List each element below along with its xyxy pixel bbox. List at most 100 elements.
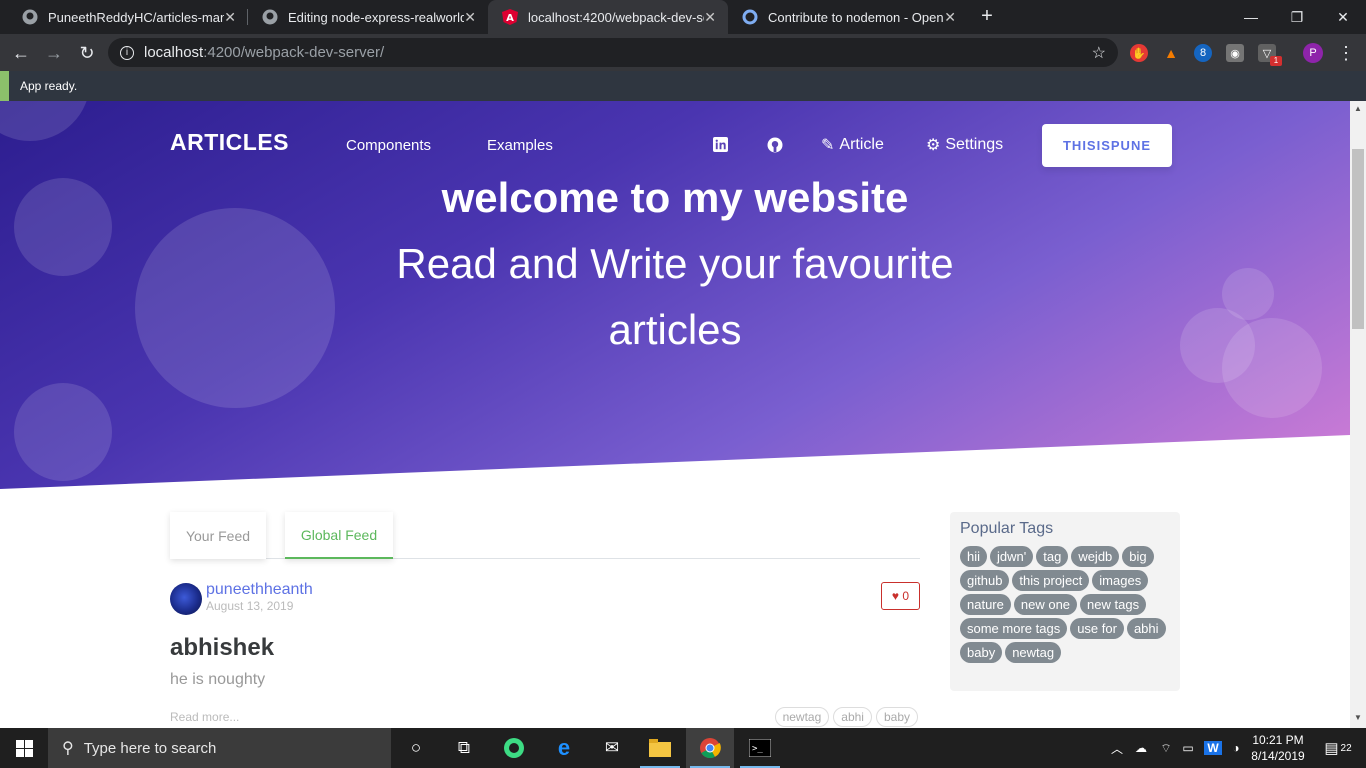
- windows-start-button[interactable]: [0, 728, 48, 768]
- close-tab-icon[interactable]: ✕: [464, 9, 476, 26]
- close-tab-icon[interactable]: ✕: [224, 9, 236, 26]
- bookmark-star-icon[interactable]: ☆: [1092, 43, 1106, 63]
- popular-tags-sidebar: Popular Tags hii jdwn' tag wejdb big git…: [950, 512, 1180, 691]
- edge-icon[interactable]: e: [540, 728, 588, 768]
- edit-icon: ✎: [821, 137, 835, 154]
- tag-pill[interactable]: jdwn': [990, 546, 1034, 567]
- github-icon[interactable]: [767, 137, 783, 153]
- chrome-icon[interactable]: [686, 728, 734, 768]
- wifi-icon[interactable]: ⌔: [1156, 728, 1176, 768]
- scroll-down-icon[interactable]: ▼: [1354, 713, 1362, 722]
- file-explorer-icon[interactable]: [636, 728, 684, 768]
- app-status-bar: App ready.: [0, 71, 1366, 101]
- tag-pill[interactable]: tag: [1036, 546, 1069, 567]
- tag-pill[interactable]: baby: [960, 642, 1003, 663]
- browser-tab[interactable]: Editing node-express-realworld-e ✕: [248, 0, 488, 34]
- favorite-count: 0: [902, 589, 910, 603]
- profile-avatar[interactable]: P: [1303, 43, 1323, 63]
- forward-arrow-icon[interactable]: →: [42, 41, 66, 65]
- windows-taskbar: ⚲ Type here to search ○ ⧉ e ✉ >_ ︿ ☁ ⌔ ▭…: [0, 728, 1366, 768]
- back-arrow-icon[interactable]: ←: [9, 41, 33, 65]
- article-tag: newtag: [774, 707, 830, 727]
- tag-pill[interactable]: big: [1122, 546, 1154, 567]
- article-title[interactable]: abhishek: [170, 634, 274, 662]
- android-studio-icon[interactable]: [490, 728, 538, 768]
- brand-logo[interactable]: ARTICLES: [170, 129, 289, 156]
- author-avatar[interactable]: [170, 583, 202, 615]
- notification-center-button[interactable]: ▤ 22: [1318, 728, 1358, 768]
- nav-article-link[interactable]: ✎ Article: [821, 135, 884, 155]
- extension-icon[interactable]: 8: [1194, 44, 1212, 62]
- user-profile-button[interactable]: THISISPUNE: [1042, 124, 1172, 167]
- tab-global-feed[interactable]: Global Feed: [285, 512, 393, 559]
- page-viewport: ARTICLES Components Examples ✎ Article ⚙…: [0, 101, 1350, 728]
- task-view-icon[interactable]: ⧉: [440, 728, 488, 768]
- cortana-icon[interactable]: ○: [392, 728, 440, 768]
- system-clock[interactable]: 10:21 PM 8/14/2019: [1248, 732, 1308, 764]
- status-indicator: [0, 71, 9, 101]
- tag-pill[interactable]: wejdb: [1071, 546, 1120, 567]
- tag-pill[interactable]: github: [960, 570, 1010, 591]
- article-tag-list: newtag abhi baby: [774, 707, 918, 727]
- browser-tab-active[interactable]: A localhost:4200/webpack-dev-serv ✕: [488, 0, 728, 34]
- chevron-up-icon[interactable]: ︿: [1108, 728, 1126, 768]
- browser-tab-bar: PuneethReddyHC/articles-manag ✕ Editing …: [0, 0, 1366, 34]
- tag-pill[interactable]: nature: [960, 594, 1011, 615]
- decorative-bubble: [14, 383, 112, 481]
- terminal-icon[interactable]: >_: [736, 728, 784, 768]
- tag-pill[interactable]: some more tags: [960, 618, 1068, 639]
- tab-your-feed[interactable]: Your Feed: [170, 512, 266, 559]
- notification-count: 22: [1340, 742, 1352, 754]
- tag-pill[interactable]: new tags: [1080, 594, 1147, 615]
- reload-icon[interactable]: ↻: [75, 41, 99, 65]
- taskbar-search[interactable]: ⚲ Type here to search: [48, 728, 391, 768]
- menu-kebab-icon[interactable]: ⋮: [1334, 41, 1358, 65]
- browser-tab[interactable]: Contribute to nodemon - Open C ✕: [728, 0, 968, 34]
- browser-toolbar: ← → ↻ i localhost:4200/webpack-dev-serve…: [0, 34, 1366, 71]
- tag-pill[interactable]: new one: [1013, 594, 1078, 615]
- tag-pill[interactable]: hii: [960, 546, 988, 567]
- linkedin-icon[interactable]: [713, 137, 728, 152]
- new-tab-button[interactable]: +: [976, 6, 998, 28]
- maximize-button[interactable]: ❐: [1274, 0, 1320, 34]
- tag-pill[interactable]: use for: [1070, 618, 1124, 639]
- close-tab-icon[interactable]: ✕: [704, 9, 716, 26]
- read-more-link[interactable]: Read more...: [170, 710, 239, 724]
- window-close-button[interactable]: ✕: [1320, 0, 1366, 34]
- weather-icon[interactable]: ◑: [1226, 728, 1246, 768]
- nav-link-components[interactable]: Components: [346, 137, 431, 154]
- hero-title: welcome to my website: [441, 174, 909, 221]
- author-name[interactable]: puneethheanth: [206, 581, 313, 599]
- extension-icon[interactable]: ◉: [1226, 44, 1244, 62]
- extension-icon[interactable]: ▲: [1162, 44, 1180, 62]
- address-bar[interactable]: i localhost:4200/webpack-dev-server/ ☆: [108, 38, 1118, 67]
- minimize-button[interactable]: —: [1228, 0, 1274, 34]
- wps-icon[interactable]: W: [1204, 728, 1222, 768]
- tag-pill[interactable]: this project: [1012, 570, 1090, 591]
- angular-icon: A: [502, 9, 518, 25]
- nav-settings-link[interactable]: ⚙ Settings: [926, 135, 1003, 155]
- url-host: localhost: [144, 44, 204, 61]
- clock-time: 10:21 PM: [1252, 733, 1304, 747]
- heart-icon: ♥: [891, 589, 900, 603]
- search-icon: ⚲: [62, 740, 74, 757]
- article-tag: baby: [875, 707, 918, 727]
- scroll-up-icon[interactable]: ▲: [1354, 104, 1362, 113]
- battery-icon[interactable]: ▭: [1178, 728, 1198, 768]
- github-icon: [22, 9, 38, 25]
- tag-pill[interactable]: images: [1092, 570, 1149, 591]
- favorite-button[interactable]: ♥ 0: [881, 582, 920, 610]
- info-icon[interactable]: i: [120, 45, 134, 60]
- browser-tab[interactable]: PuneethReddyHC/articles-manag ✕: [8, 0, 248, 34]
- close-tab-icon[interactable]: ✕: [944, 9, 956, 26]
- hero-section: ARTICLES Components Examples ✎ Article ⚙…: [0, 101, 1350, 489]
- mail-icon[interactable]: ✉: [588, 728, 636, 768]
- adblock-extension-icon[interactable]: ✋: [1130, 44, 1148, 62]
- tag-pill[interactable]: abhi: [1126, 618, 1166, 639]
- onedrive-icon[interactable]: ☁: [1130, 728, 1152, 768]
- clock-date: 8/14/2019: [1251, 749, 1305, 763]
- page-scrollbar[interactable]: ▲ ▼: [1350, 101, 1366, 728]
- tag-pill[interactable]: newtag: [1005, 642, 1062, 663]
- nav-link-examples[interactable]: Examples: [487, 137, 553, 154]
- scrollbar-thumb[interactable]: [1352, 149, 1364, 329]
